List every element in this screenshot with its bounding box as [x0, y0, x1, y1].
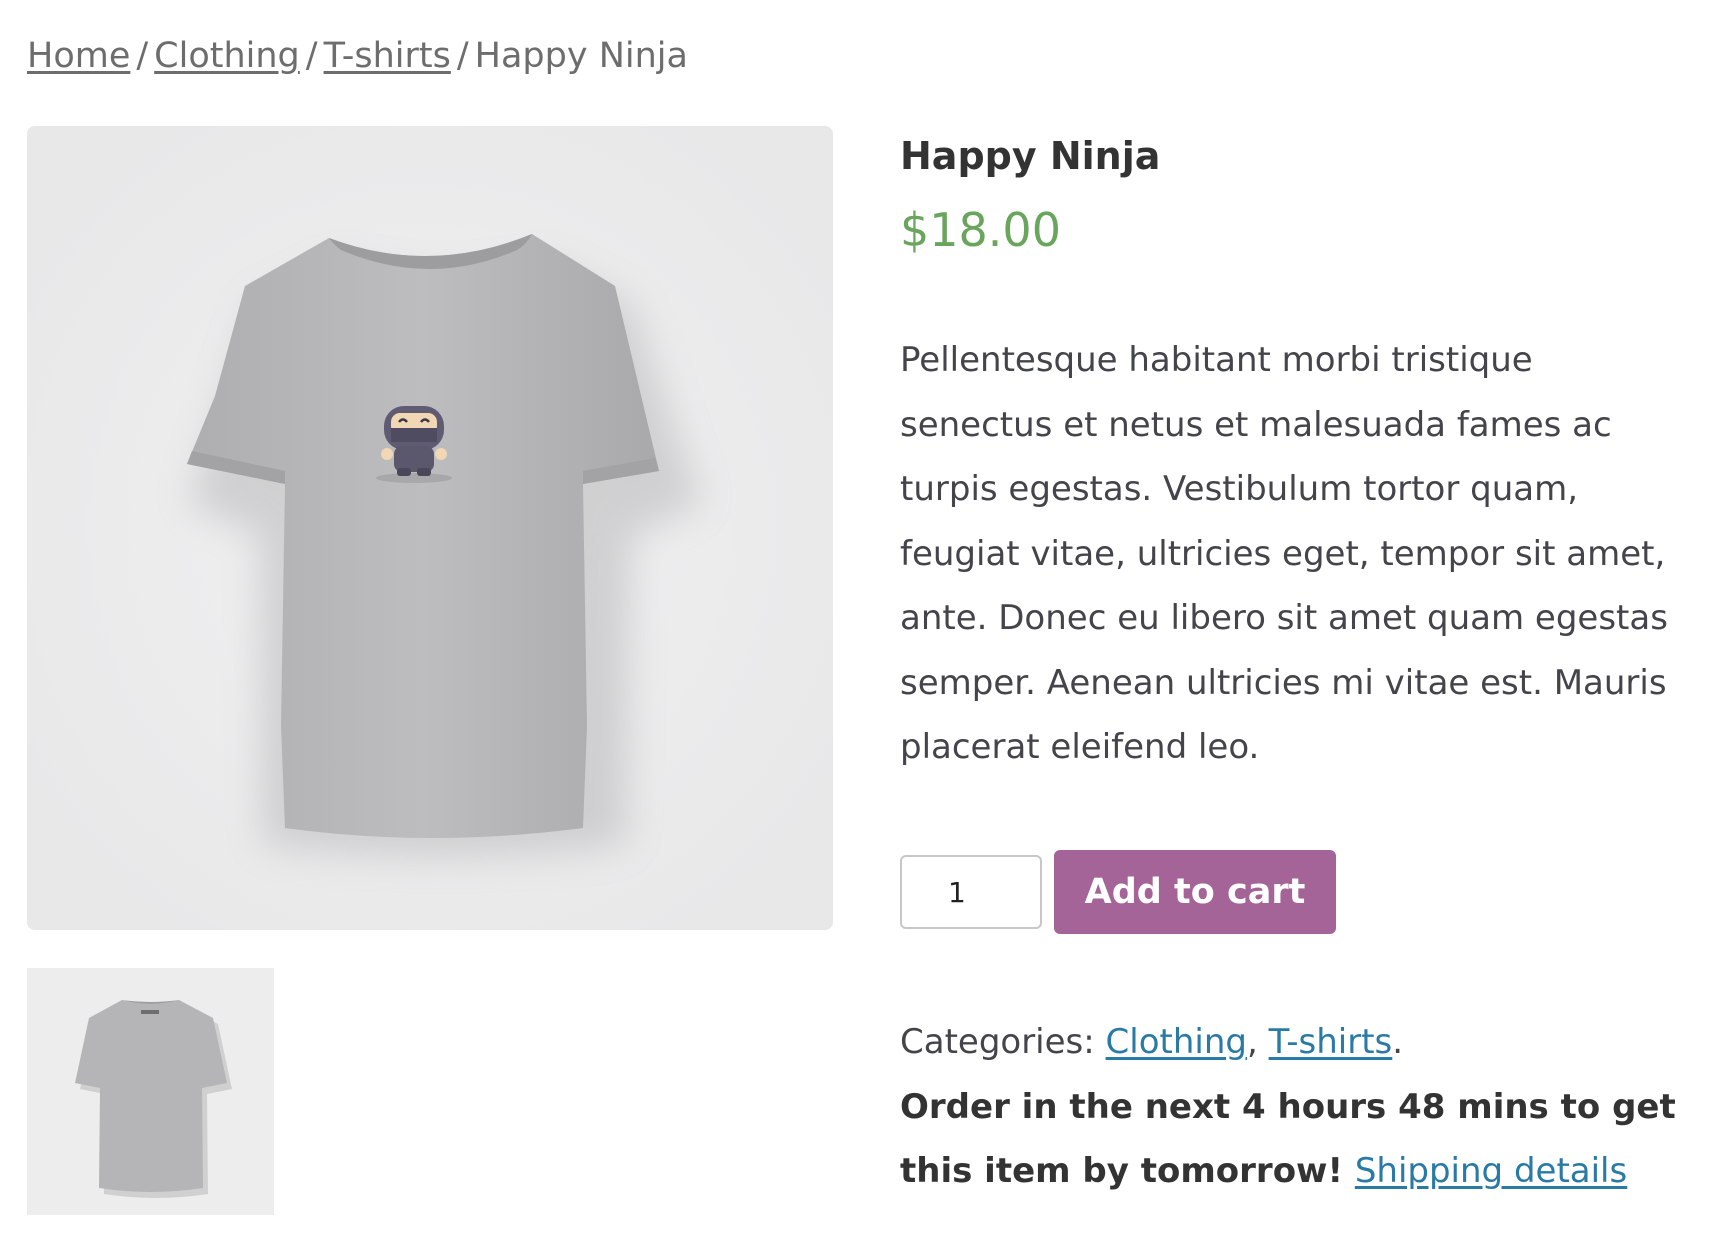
product-description: Pellentesque habitant morbi tristique se… — [900, 340, 1668, 767]
add-to-cart-button[interactable]: Add to cart — [1054, 850, 1336, 934]
categories-label: Categories: — [900, 1022, 1095, 1062]
add-to-cart-form: 1 Add to cart — [900, 850, 1336, 934]
breadcrumb-separator: / — [305, 36, 318, 76]
breadcrumb-separator: / — [456, 36, 469, 76]
product-thumbnail[interactable] — [27, 968, 274, 1215]
product-price: $18.00 — [900, 203, 1061, 257]
breadcrumb-clothing-link[interactable]: Clothing — [154, 36, 300, 76]
category-link-clothing[interactable]: Clothing — [1106, 1022, 1247, 1062]
tshirt-back-icon — [27, 968, 274, 1215]
breadcrumb-current: Happy Ninja — [474, 36, 688, 76]
shipping-details-link[interactable]: Shipping details — [1355, 1151, 1627, 1191]
quantity-input[interactable]: 1 — [900, 855, 1042, 929]
breadcrumb-home-link[interactable]: Home — [27, 36, 130, 76]
categories-end-punct: . — [1392, 1022, 1404, 1062]
breadcrumb-tshirts-link[interactable]: T-shirts — [324, 36, 451, 76]
tshirt-front-ninja-icon — [27, 126, 833, 930]
breadcrumb: Home / Clothing / T-shirts / Happy Ninja — [27, 34, 688, 78]
breadcrumb-separator: / — [136, 36, 149, 76]
product-main-image[interactable] — [27, 126, 833, 930]
shipping-notice: Order in the next 4 hours 48 mins to get… — [900, 1075, 1690, 1204]
product-title: Happy Ninja — [900, 134, 1161, 178]
product-summary: Happy Ninja $18.00 Pellentesque habitant… — [900, 130, 1690, 1191]
categories-line: Categories: Clothing, T-shirts. — [900, 1010, 1690, 1075]
category-separator: , — [1247, 1022, 1258, 1062]
category-link-tshirts[interactable]: T-shirts — [1269, 1022, 1393, 1062]
product-meta: Categories: Clothing, T-shirts. Order in… — [900, 1010, 1690, 1204]
